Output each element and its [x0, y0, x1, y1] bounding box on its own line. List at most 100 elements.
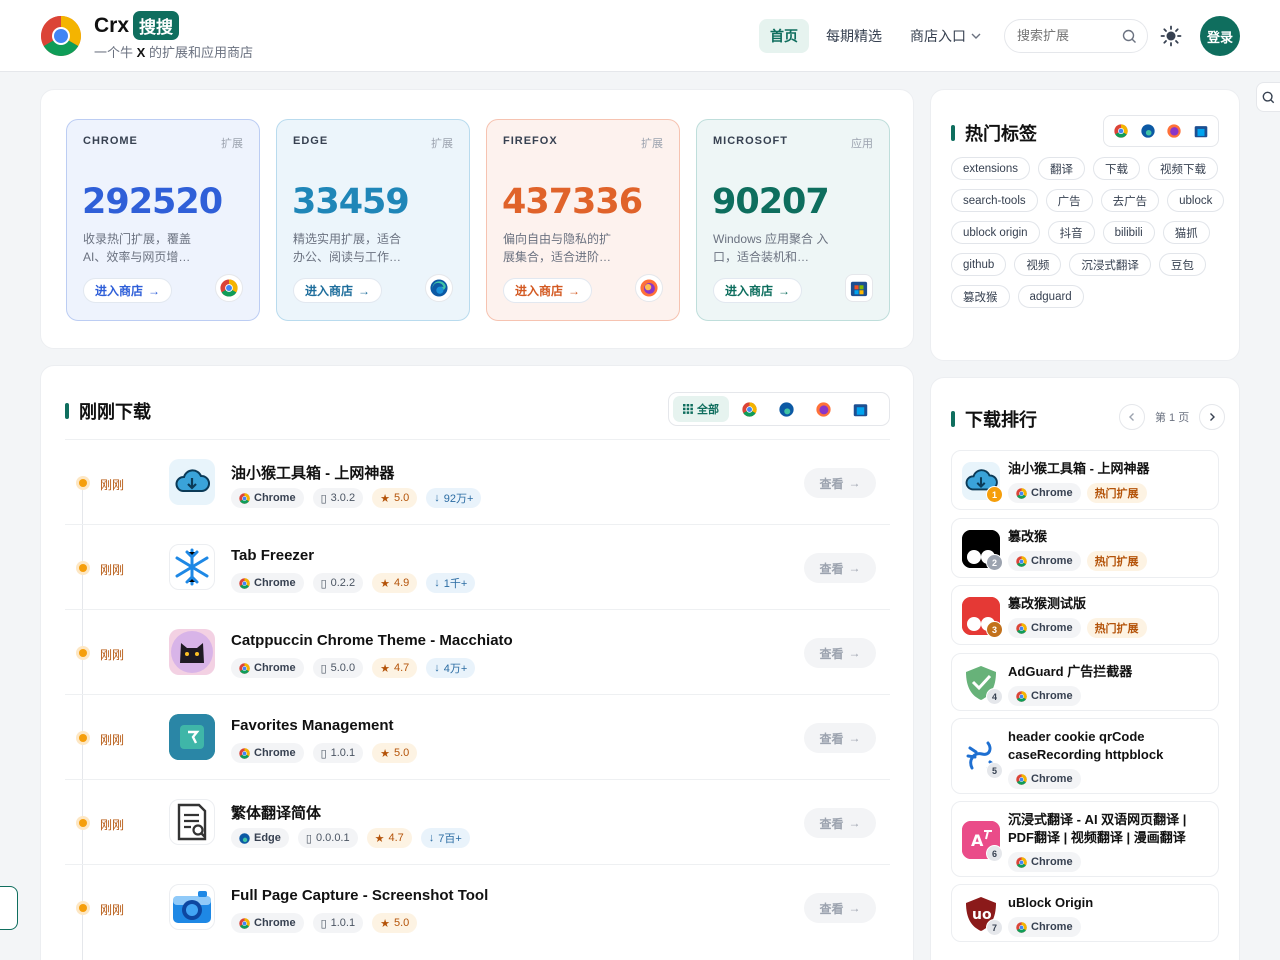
tag-chip[interactable]: github — [951, 253, 1007, 276]
nav-store-entry[interactable]: 商店入口 — [899, 19, 993, 53]
extension-meta: Chrome ▯ 5.0.0 ★ 4.7 ↓ 4万+ — [231, 658, 476, 678]
browser-chip: Chrome — [231, 488, 304, 508]
tag-chip[interactable]: 猫抓 — [1162, 221, 1210, 244]
ranking-meta: Chrome — [1008, 852, 1081, 872]
enter-store-button-chrome[interactable]: 进入商店 → — [83, 278, 173, 303]
view-button[interactable]: 查看 → — [804, 468, 876, 498]
extension-meta: Chrome ▯ 1.0.1 ★ 5.0 — [231, 913, 418, 933]
tag-chip[interactable]: adguard — [1017, 285, 1084, 308]
enter-store-button-firefox[interactable]: 进入商店 → — [503, 278, 593, 303]
rank-number: 7 — [986, 919, 1003, 936]
ranking-name: 沉浸式翻译 - AI 双语网页翻译 | PDF翻译 | 视频翻译 | 漫画翻译 — [1008, 812, 1187, 845]
tag-chip[interactable]: 广告 — [1045, 189, 1093, 212]
side-search-button[interactable] — [1256, 82, 1280, 112]
side-help-button[interactable] — [0, 886, 18, 930]
tag-chip[interactable]: search-tools — [951, 189, 1038, 212]
view-button[interactable]: 查看 → — [804, 893, 876, 923]
download-row[interactable]: 刚刚 繁体翻译简体 Edge ▯ 0.0.0.1 ★ 4.7 ↓ 7百+ 查看 → — [65, 779, 890, 864]
tag-chip[interactable]: 去广告 — [1100, 189, 1160, 212]
version-chip: ▯ 0.2.2 — [312, 573, 364, 593]
ranking-item[interactable]: 1 油小猴工具箱 - 上网神器 Chrome 热门扩展 — [951, 450, 1219, 510]
hot-tags-panel: 热门标签 extensions 翻译 下载 视频下载 search-tools 广告 去广告… — [930, 89, 1240, 361]
tag-chip[interactable]: 下载 — [1092, 157, 1140, 180]
tag-chip[interactable]: 视频 — [1014, 253, 1062, 276]
extension-name[interactable]: Full Page Capture - Screenshot Tool — [231, 887, 488, 904]
tag-chip[interactable]: 翻译 — [1037, 157, 1085, 180]
ranking-item[interactable]: A 6 沉浸式翻译 - AI 双语网页翻译 | PDF翻译 | 视频翻译 | 漫… — [951, 801, 1219, 877]
ranking-item[interactable]: 5 header cookie qrCode caseRecording htt… — [951, 718, 1219, 794]
version-chip: ▯ 0.0.0.1 — [297, 828, 358, 848]
browser-chip: Chrome — [1008, 551, 1081, 571]
download-row[interactable]: 刚刚 Favorites Management Chrome ▯ 1.0.1 ★ 5… — [65, 694, 890, 779]
chrome-icon[interactable] — [1114, 124, 1128, 138]
edge-icon[interactable] — [1141, 124, 1155, 138]
ranking-item[interactable]: 3 篡改猴测试版 Chrome 热门扩展 — [951, 585, 1219, 645]
ranking-meta: Chrome — [1008, 686, 1081, 706]
ranking-item[interactable]: uo 7 uBlock Origin Chrome — [951, 884, 1219, 942]
nav-featured[interactable]: 每期精选 — [815, 19, 893, 53]
store-count: 292520 — [82, 182, 223, 222]
ranking-item[interactable]: 2 篡改猴 Chrome 热门扩展 — [951, 518, 1219, 578]
downloads-chip: ↓ 4万+ — [426, 658, 476, 678]
login-button[interactable]: 登录 — [1200, 16, 1240, 56]
hot-badge: 热门扩展 — [1086, 551, 1147, 571]
search-input[interactable] — [1017, 28, 1117, 43]
store-name: EDGE — [293, 135, 329, 147]
extension-name[interactable]: Tab Freezer — [231, 547, 314, 564]
nav-home[interactable]: 首页 — [759, 19, 809, 53]
ranking-item[interactable]: 4 AdGuard 广告拦截器 Chrome — [951, 653, 1219, 711]
rating-label: 4.7 — [393, 662, 410, 674]
filter-microsoft-button[interactable] — [843, 396, 877, 422]
theme-toggle-sun-icon[interactable] — [1160, 25, 1182, 47]
enter-store-button-edge[interactable]: 进入商店 → — [293, 278, 383, 303]
filter-chrome-button[interactable] — [732, 396, 766, 422]
downloads-chip: ↓ 7百+ — [420, 828, 470, 848]
next-page-button[interactable] — [1199, 404, 1226, 430]
tag-chip[interactable]: 视频下载 — [1147, 157, 1218, 180]
tag-chip[interactable]: ublock origin — [951, 221, 1040, 244]
version-label: 1.0.1 — [330, 917, 356, 929]
chrome-logo-icon[interactable] — [40, 15, 82, 57]
download-time: 刚刚 — [100, 563, 125, 577]
view-button[interactable]: 查看 → — [804, 808, 876, 838]
download-row[interactable]: 刚刚 油小猴工具箱 - 上网神器 Chrome ▯ 3.0.2 ★ 5.0 ↓ 92万+… — [65, 439, 890, 524]
ranking-name: uBlock Origin — [1008, 895, 1094, 910]
tag-chip[interactable]: ublock — [1167, 189, 1225, 212]
download-row[interactable]: 刚刚 Catppuccin Chrome Theme - Macchiato C… — [65, 609, 890, 694]
brand[interactable]: Crx 搜搜 — [94, 11, 180, 40]
filter-firefox-button[interactable] — [806, 396, 840, 422]
extension-name[interactable]: 繁体翻译简体 — [231, 802, 321, 823]
tag-chip[interactable]: 沉浸式翻译 — [1069, 253, 1151, 276]
extension-name[interactable]: 油小猴工具箱 - 上网神器 — [231, 462, 394, 483]
enter-store-button-microsoft[interactable]: 进入商店 → — [713, 278, 803, 303]
filter-edge-button[interactable] — [769, 396, 803, 422]
tag-chip[interactable]: 篡改猴 — [951, 285, 1010, 308]
tag-chip[interactable]: 豆包 — [1158, 253, 1206, 276]
page-indicator: 第 1 页 — [1155, 412, 1190, 424]
rating-label: 4.7 — [388, 832, 404, 844]
download-row[interactable]: 刚刚 Tab Freezer Chrome ▯ 0.2.2 ★ 4.9 ↓ 1千+ 查看… — [65, 524, 890, 609]
extension-name[interactable]: Catppuccin Chrome Theme - Macchiato — [231, 632, 513, 649]
tag-chip[interactable]: bilibili — [1102, 221, 1155, 244]
timeline-dot — [76, 901, 90, 915]
filter-all-button[interactable]: 全部 — [673, 396, 729, 422]
firefox-icon — [815, 401, 831, 417]
tag-chip[interactable]: extensions — [951, 157, 1030, 180]
prev-page-button[interactable] — [1119, 404, 1145, 430]
download-row[interactable]: 刚刚 Full Page Capture - Screenshot Tool C… — [65, 864, 890, 949]
extension-name[interactable]: Favorites Management — [231, 717, 394, 734]
store-type: 应用 — [851, 138, 873, 150]
enter-store-label: 进入商店 — [725, 284, 774, 298]
search-icon[interactable] — [1122, 29, 1137, 44]
firefox-icon[interactable] — [1167, 124, 1181, 138]
view-label: 查看 — [819, 476, 844, 491]
tag-chip[interactable]: 抖音 — [1047, 221, 1095, 244]
view-button[interactable]: 查看 → — [804, 723, 876, 753]
package-icon: ▯ — [320, 747, 327, 760]
view-button[interactable]: 查看 → — [804, 638, 876, 668]
view-button[interactable]: 查看 → — [804, 553, 876, 583]
chrome-icon — [1016, 921, 1027, 933]
browser-chip: Chrome — [231, 743, 304, 763]
microsoft-store-icon[interactable] — [1194, 124, 1208, 138]
chrome-icon — [239, 917, 250, 929]
